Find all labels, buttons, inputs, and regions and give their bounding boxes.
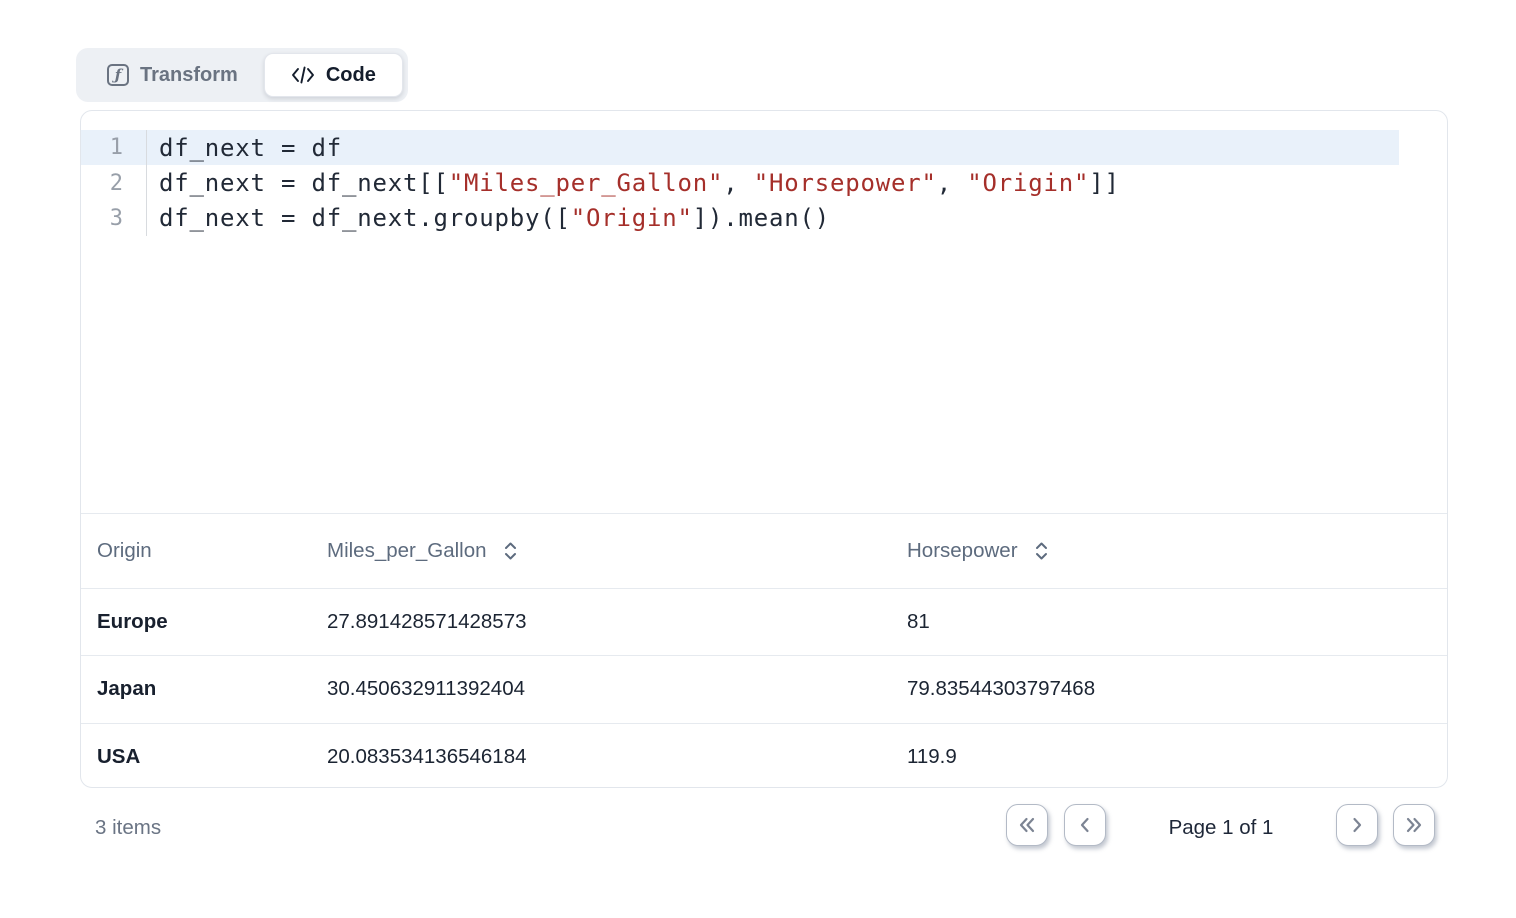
cell-miles-per-gallon: 27.891428571428573 <box>311 610 891 634</box>
code-brackets-icon <box>291 66 315 84</box>
code-line-3[interactable]: 3 df_next = df_next.groupby(["Origin"]).… <box>81 201 1447 236</box>
code-and-result-panel: 1 df_next = df 2 df_next = df_next[["Mil… <box>80 110 1448 788</box>
table-row[interactable]: Europe 27.891428571428573 81 <box>81 588 1447 655</box>
column-header-miles-per-gallon[interactable]: Miles_per_Gallon <box>311 539 891 563</box>
function-icon: ƒ <box>107 64 129 86</box>
cell-origin: Europe <box>81 610 311 634</box>
tab-transform-label: Transform <box>140 64 238 87</box>
code-line-1-text: df_next = df <box>147 134 342 162</box>
table-row[interactable]: USA 20.083534136546184 119.9 <box>81 723 1447 788</box>
tab-code-label: Code <box>326 64 376 87</box>
first-page-button[interactable] <box>1006 804 1048 846</box>
tab-code[interactable]: Code <box>264 53 403 97</box>
cell-horsepower: 119.9 <box>891 745 1447 769</box>
code-line-2[interactable]: 2 df_next = df_next[["Miles_per_Gallon",… <box>81 165 1447 200</box>
code-editor[interactable]: 1 df_next = df 2 df_next = df_next[["Mil… <box>81 111 1447 513</box>
cell-horsepower: 81 <box>891 610 1447 634</box>
tab-transform[interactable]: ƒ Transform <box>81 53 264 97</box>
cell-miles-per-gallon: 30.450632911392404 <box>311 677 891 701</box>
column-header-horsepower[interactable]: Horsepower <box>891 539 1447 563</box>
page-indicator: Page 1 of 1 <box>1130 816 1312 840</box>
cell-miles-per-gallon: 20.083534136546184 <box>311 745 891 769</box>
cell-origin: Japan <box>81 677 311 701</box>
cell-origin: USA <box>81 745 311 769</box>
sort-icon[interactable] <box>501 540 520 562</box>
last-page-button[interactable] <box>1393 804 1435 846</box>
previous-page-button[interactable] <box>1064 804 1106 846</box>
code-line-1[interactable]: 1 df_next = df <box>81 130 1399 165</box>
column-header-origin: Origin <box>81 539 311 563</box>
code-line-2-text: df_next = df_next[["Miles_per_Gallon", "… <box>147 169 1120 197</box>
view-mode-toggle: ƒ Transform Code <box>76 48 408 102</box>
table-row[interactable]: Japan 30.450632911392404 79.835443037974… <box>81 655 1447 722</box>
items-count: 3 items <box>95 816 161 840</box>
line-number: 1 <box>81 130 147 165</box>
cell-horsepower: 79.83544303797468 <box>891 677 1447 701</box>
result-table: Origin Miles_per_Gallon Horsepower <box>81 513 1447 788</box>
table-header-row: Origin Miles_per_Gallon Horsepower <box>81 514 1447 588</box>
line-number: 3 <box>81 201 147 236</box>
code-line-3-text: df_next = df_next.groupby(["Origin"]).me… <box>147 204 830 232</box>
line-number: 2 <box>81 165 147 200</box>
sort-icon[interactable] <box>1032 540 1051 562</box>
next-page-button[interactable] <box>1336 804 1378 846</box>
